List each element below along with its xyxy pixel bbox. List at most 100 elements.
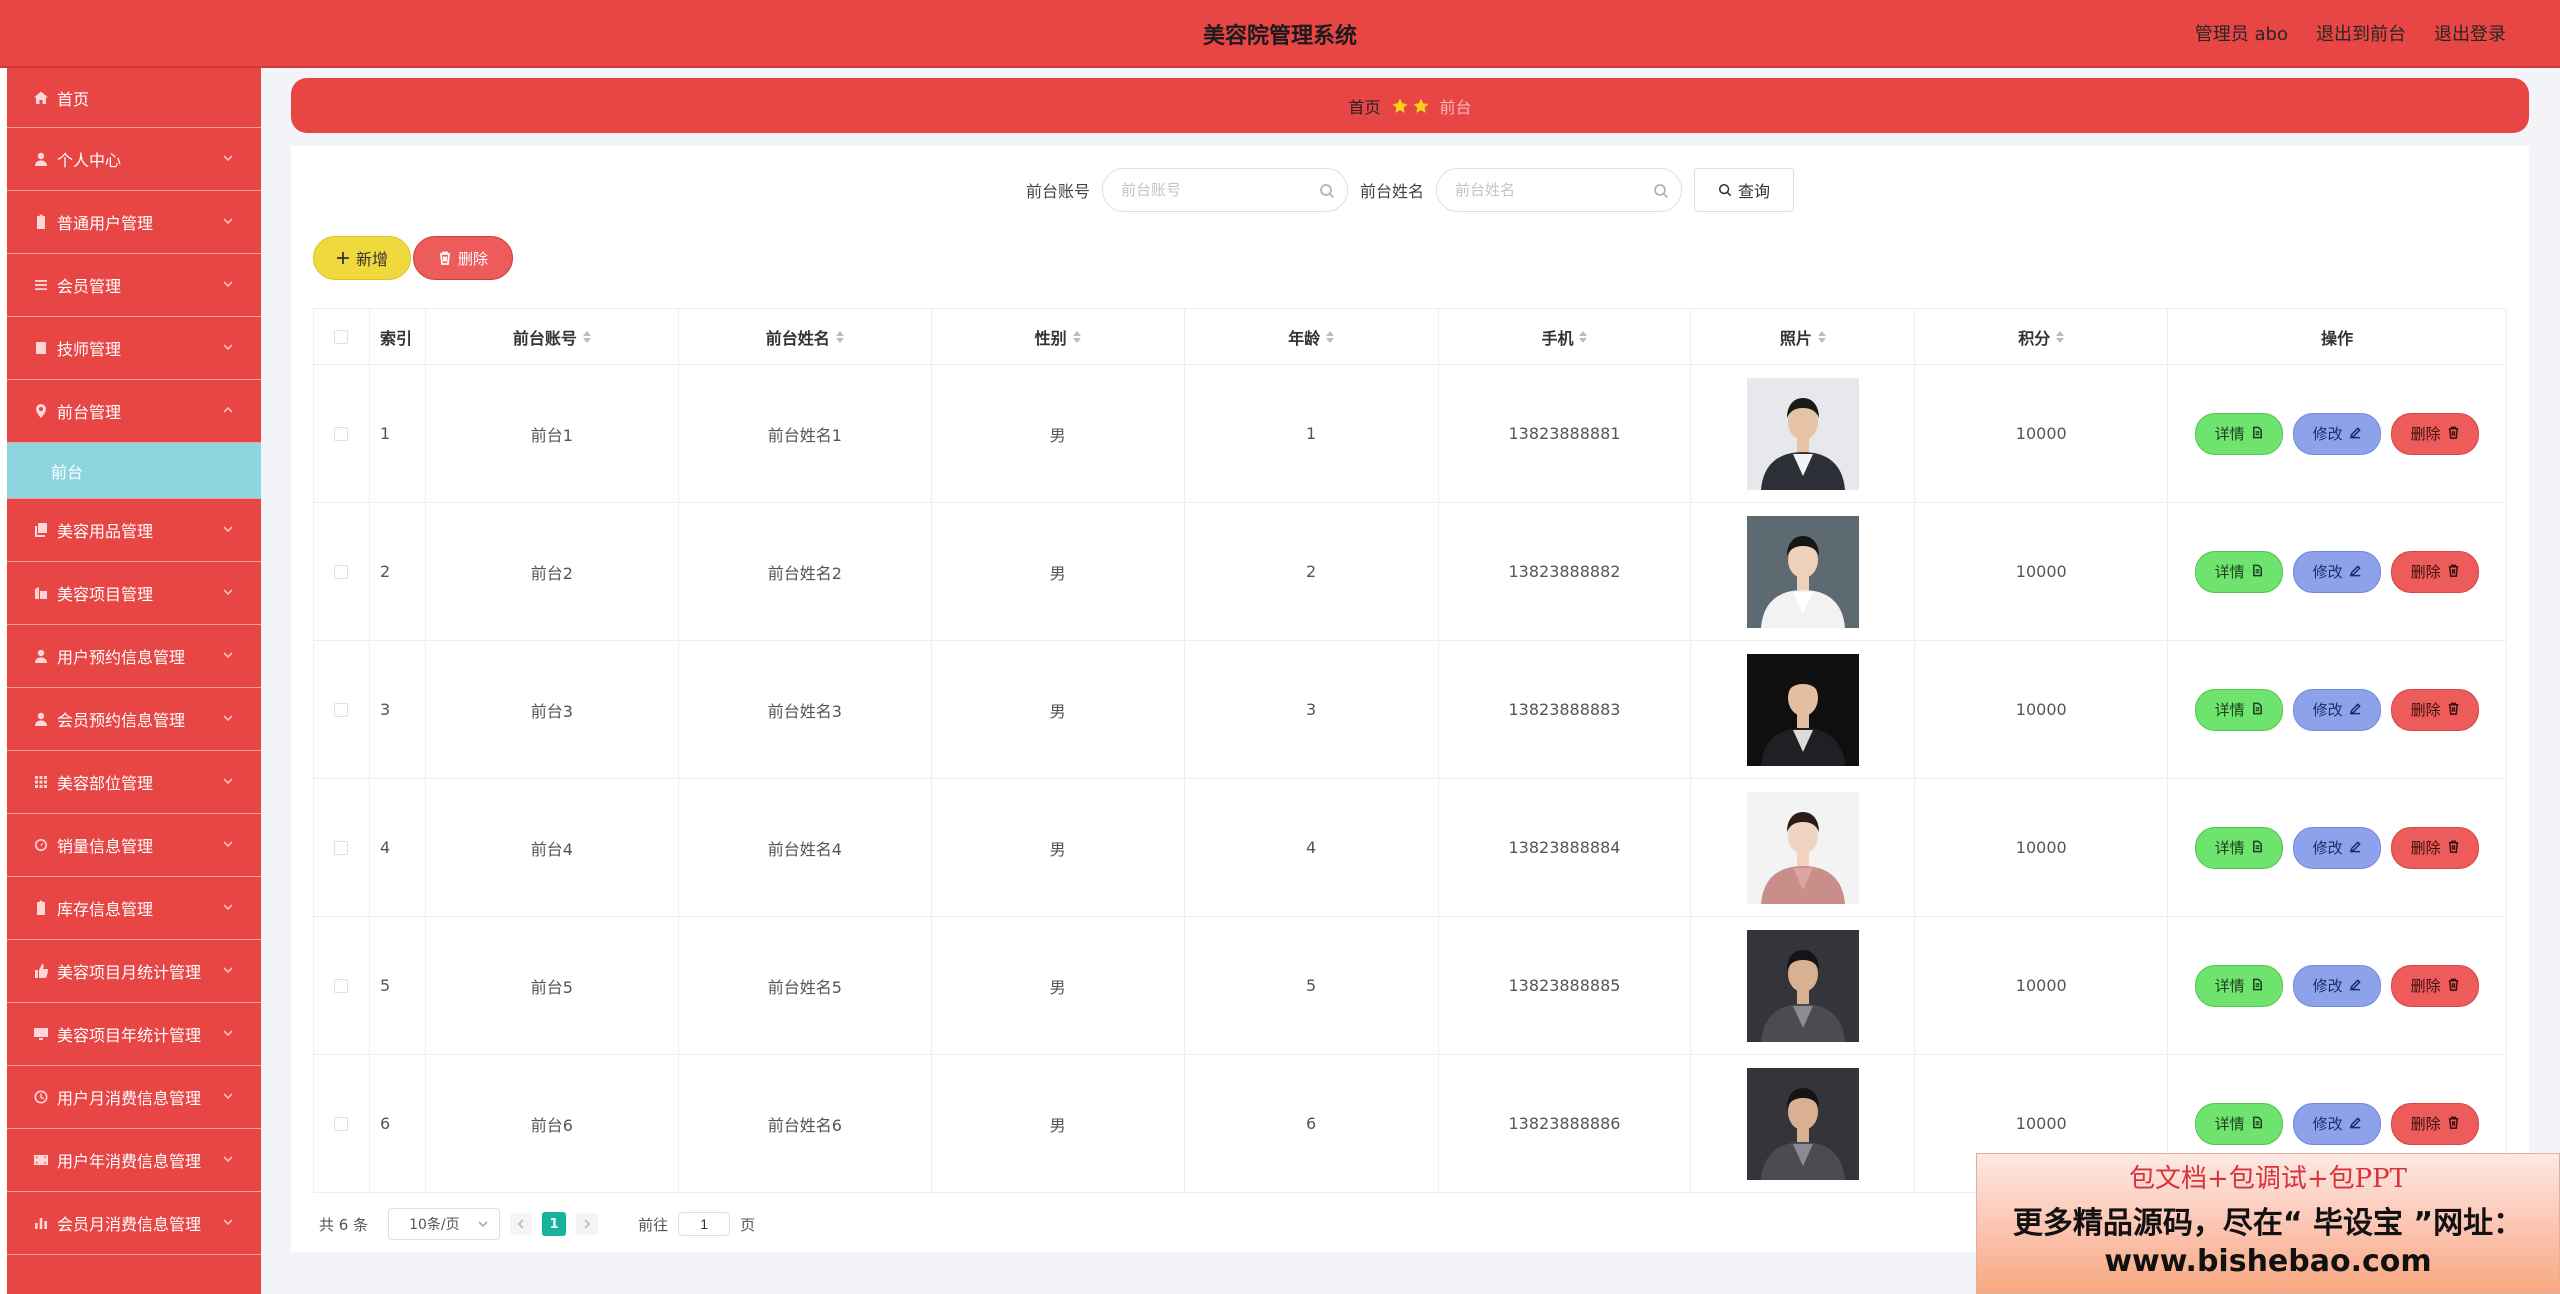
sidebar-item[interactable]: 用户月消费信息管理	[7, 1066, 261, 1129]
sidebar-item[interactable]: 用户年消费信息管理	[7, 1129, 261, 1192]
row-checkbox[interactable]	[334, 978, 349, 993]
sidebar-item[interactable]: 首页	[7, 68, 261, 128]
row-checkbox[interactable]	[334, 426, 349, 441]
row-checkbox[interactable]	[334, 840, 349, 855]
detail-button[interactable]: 详情	[2195, 688, 2284, 731]
sidebar-item[interactable]: 美容用品管理	[7, 499, 261, 562]
detail-button[interactable]: 详情	[2195, 412, 2284, 455]
cell-account-value: 前台5	[530, 977, 573, 997]
sidebar-item[interactable]: 会员预约信息管理	[7, 688, 261, 751]
edit-button[interactable]: 修改	[2293, 1102, 2382, 1145]
delete-button[interactable]: 删除	[2391, 1102, 2480, 1145]
delete-button[interactable]: 删除	[2391, 412, 2480, 455]
edit-button[interactable]: 修改	[2293, 412, 2382, 455]
name-search-input[interactable]	[1437, 169, 1682, 211]
sort-icon[interactable]	[1072, 330, 1081, 343]
sidebar-item[interactable]: 销量信息管理	[7, 814, 261, 877]
breadcrumb: 首页 前台	[291, 78, 2529, 133]
edit-button[interactable]: 修改	[2293, 688, 2382, 731]
column-header-photo[interactable]: 照片	[1691, 309, 1916, 364]
detail-button[interactable]: 详情	[2195, 964, 2284, 1007]
portrait-photo[interactable]	[1746, 377, 1859, 490]
sort-icon[interactable]	[2056, 330, 2065, 343]
gauge-icon	[33, 837, 49, 853]
sidebar-item[interactable]: 前台管理	[7, 380, 261, 443]
sort-icon[interactable]	[1817, 330, 1826, 343]
cell-index-value: 1	[379, 424, 391, 443]
account-search-input[interactable]	[1103, 169, 1347, 211]
cell-index: 1	[370, 365, 426, 502]
cell-age-value: 6	[1305, 1114, 1317, 1133]
sidebar-item[interactable]: 美容项目年统计管理	[7, 1003, 261, 1066]
sort-icon[interactable]	[1326, 330, 1335, 343]
detail-button[interactable]: 详情	[2195, 550, 2284, 593]
page-number-current[interactable]: 1	[542, 1212, 567, 1236]
edit-button[interactable]: 修改	[2293, 964, 2382, 1007]
delete-button[interactable]: 删除	[2391, 688, 2480, 731]
delete-button[interactable]: 删除	[2391, 550, 2480, 593]
sort-icon[interactable]	[1579, 330, 1588, 343]
plus-icon	[336, 252, 349, 264]
select-all-checkbox[interactable]	[334, 329, 349, 344]
portrait-photo[interactable]	[1746, 1067, 1859, 1180]
portrait-photo[interactable]	[1746, 653, 1859, 766]
column-header-points[interactable]: 积分	[1915, 309, 2169, 364]
detail-button[interactable]: 详情	[2195, 826, 2284, 869]
table-row: 3 前台3 前台姓名3 男 3 13823888883 10000 详情 修改 删除	[314, 641, 2508, 779]
cell-phone: 13823888881	[1439, 365, 1692, 502]
page-size-select[interactable]: 10条/页	[388, 1208, 501, 1240]
row-checkbox[interactable]	[334, 702, 349, 717]
sidebar-item[interactable]: 会员月消费信息管理	[7, 1192, 261, 1255]
logout-link[interactable]: 退出登录	[2434, 20, 2506, 46]
row-select-cell	[314, 917, 370, 1054]
prev-page-button[interactable]	[510, 1213, 533, 1235]
sidebar-item[interactable]: 个人中心	[7, 128, 261, 191]
portrait-photo[interactable]	[1746, 791, 1859, 904]
detail-button[interactable]: 详情	[2195, 1102, 2284, 1145]
next-page-button[interactable]	[576, 1213, 599, 1235]
portrait-photo[interactable]	[1746, 929, 1859, 1042]
sidebar-item[interactable]: 技师管理	[7, 317, 261, 380]
chevron-down-icon	[221, 773, 237, 789]
cell-sex-value: 男	[1049, 563, 1066, 583]
select-all-cell	[314, 309, 370, 364]
edit-button[interactable]: 修改	[2293, 826, 2382, 869]
add-button[interactable]: 新增	[313, 236, 411, 280]
detail-button-label: 详情	[2214, 425, 2245, 443]
sidebar-item[interactable]: 用户预约信息管理	[7, 625, 261, 688]
cell-actions: 详情 修改 删除	[2168, 365, 2508, 502]
delete-button[interactable]: 删除	[2391, 964, 2480, 1007]
cell-name: 前台姓名3	[679, 641, 932, 778]
exit-to-front-link[interactable]: 退出到前台	[2316, 20, 2406, 46]
column-header-account[interactable]: 前台账号	[426, 309, 679, 364]
batch-delete-button[interactable]: 删除	[413, 236, 513, 280]
sidebar-item[interactable]: 库存信息管理	[7, 877, 261, 940]
goto-page-input[interactable]	[678, 1212, 731, 1236]
sidebar-item[interactable]: 会员管理	[7, 254, 261, 317]
column-header-name[interactable]: 前台姓名	[679, 309, 932, 364]
sidebar-item-label: 首页	[57, 89, 90, 109]
row-checkbox[interactable]	[334, 1116, 349, 1131]
sidebar-item[interactable]: 美容项目管理	[7, 562, 261, 625]
column-header-phone[interactable]: 手机	[1439, 309, 1692, 364]
sort-icon[interactable]	[582, 330, 591, 343]
sort-icon[interactable]	[835, 330, 844, 343]
sidebar-item[interactable]: 普通用户管理	[7, 191, 261, 254]
cell-points-value: 10000	[2015, 1114, 2067, 1133]
cell-points: 10000	[1915, 365, 2169, 502]
cell-account-value: 前台3	[530, 701, 573, 721]
sidebar-item[interactable]: 美容部位管理	[7, 751, 261, 814]
column-header-age[interactable]: 年龄	[1185, 309, 1439, 364]
column-header-sex[interactable]: 性别	[932, 309, 1185, 364]
edit-button[interactable]: 修改	[2293, 550, 2382, 593]
query-button[interactable]: 查询	[1694, 168, 1795, 212]
document-icon	[2251, 425, 2264, 443]
sidebar-item[interactable]: 美容项目月统计管理	[7, 940, 261, 1003]
sidebar-subitem-front-desk[interactable]: 前台	[7, 443, 261, 499]
delete-button[interactable]: 删除	[2391, 826, 2480, 869]
portrait-photo[interactable]	[1746, 515, 1859, 628]
row-checkbox[interactable]	[334, 564, 349, 579]
trash-icon	[2447, 977, 2460, 995]
breadcrumb-home[interactable]: 首页	[1348, 94, 1380, 118]
chevron-down-icon	[221, 584, 237, 600]
